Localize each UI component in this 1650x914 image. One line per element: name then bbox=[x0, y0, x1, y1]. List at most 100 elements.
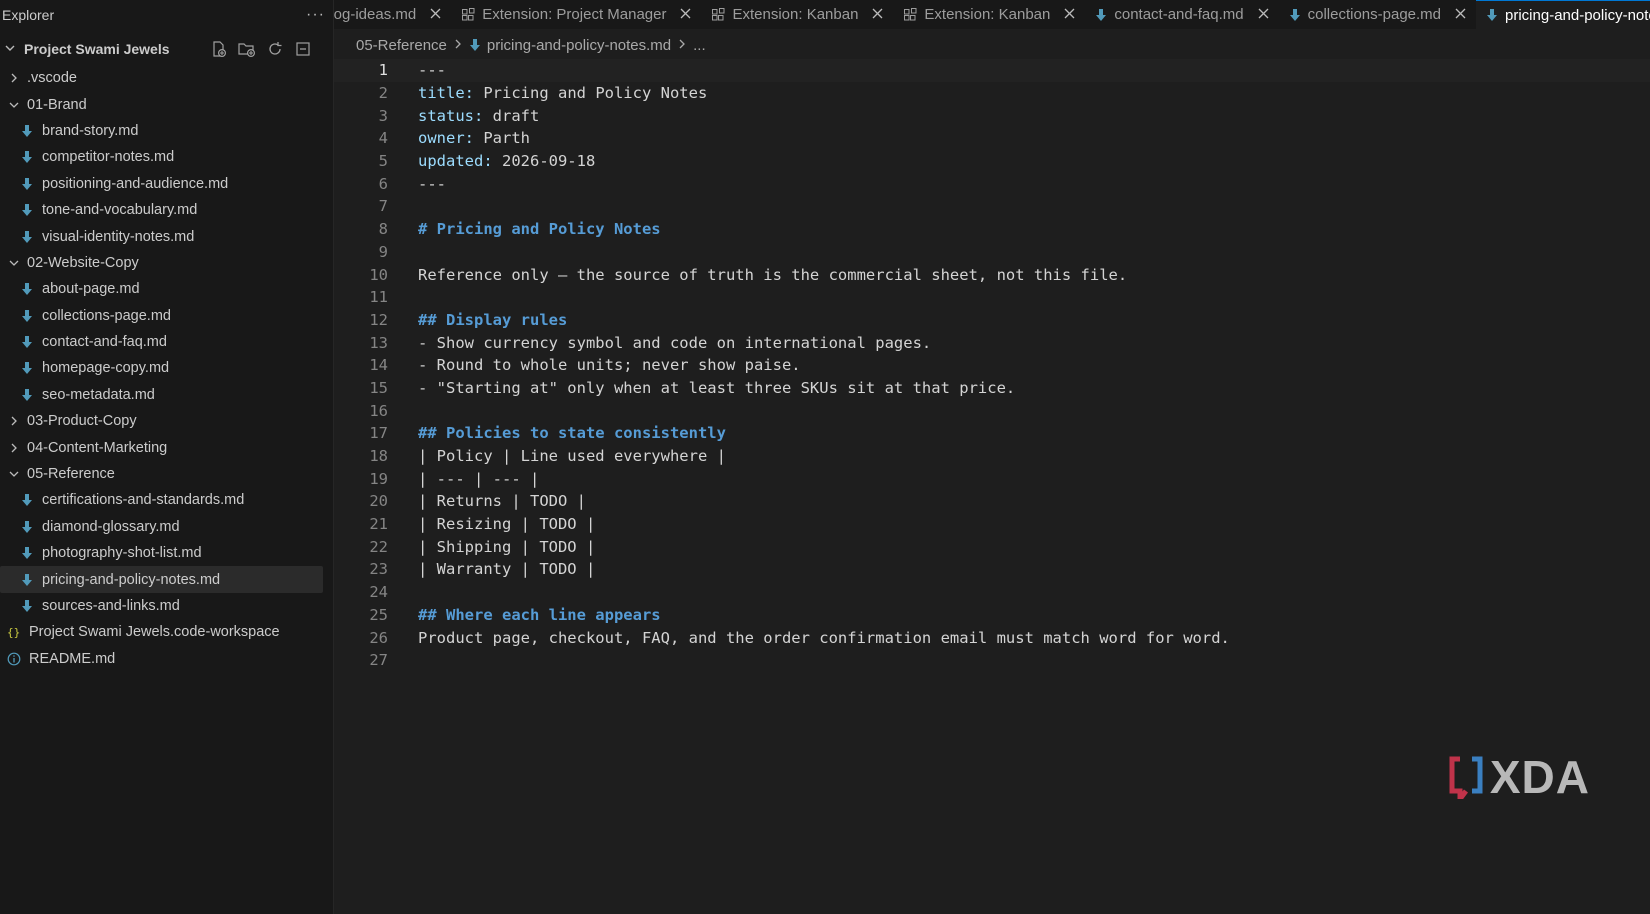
tree-file[interactable]: about-page.md bbox=[0, 276, 333, 302]
code-editor[interactable]: 1 --- 2 title: Pricing and Policy Notes 3 sta… bbox=[334, 59, 1650, 672]
tree-folder[interactable]: 04-Content-Marketing bbox=[0, 434, 333, 460]
tree-item-label: diamond-glossary.md bbox=[42, 518, 180, 535]
close-icon[interactable] bbox=[872, 6, 883, 23]
markdown-file-icon bbox=[20, 546, 34, 560]
markdown-heading: ## Display rules bbox=[418, 310, 568, 329]
tab-label: Extension: Kanban bbox=[732, 6, 859, 23]
svg-text:{}: {} bbox=[7, 626, 20, 639]
editor-tab[interactable]: collections-page.md bbox=[1279, 0, 1476, 29]
code-text: --- bbox=[418, 61, 446, 80]
tree-file[interactable]: tone-and-vocabulary.md bbox=[0, 197, 333, 223]
editor-tab[interactable]: Extension: Kanban bbox=[893, 0, 1085, 29]
code-line: 25 ## Where each line appears bbox=[334, 604, 1650, 627]
line-number: 6 bbox=[378, 174, 388, 193]
workspace-name: Project Swami Jewels bbox=[24, 41, 170, 57]
code-line: 1 --- bbox=[334, 59, 1650, 82]
explorer-sidebar: Explorer ··· Project Swami Jewels .vscod… bbox=[0, 0, 334, 914]
tree-folder[interactable]: 05-Reference bbox=[0, 461, 333, 487]
breadcrumb-file[interactable]: pricing-and-policy-notes.md bbox=[487, 37, 671, 54]
tree-file[interactable]: certifications-and-standards.md bbox=[0, 487, 333, 513]
tree-item-label: seo-metadata.md bbox=[42, 386, 155, 403]
tree-file[interactable]: visual-identity-notes.md bbox=[0, 223, 333, 249]
tree-file[interactable]: README.md bbox=[0, 646, 333, 672]
markdown-file-icon bbox=[20, 493, 34, 507]
code-line: 27 bbox=[334, 649, 1650, 672]
line-number: 22 bbox=[369, 537, 388, 556]
editor-tab[interactable]: blog-ideas.md bbox=[334, 0, 451, 29]
new-folder-icon[interactable] bbox=[237, 39, 257, 59]
extension-icon bbox=[711, 7, 725, 22]
yaml-key: updated: bbox=[418, 152, 493, 171]
code-line: 12 ## Display rules bbox=[334, 309, 1650, 332]
close-icon[interactable] bbox=[1064, 6, 1075, 23]
breadcrumb-folder[interactable]: 05-Reference bbox=[356, 37, 447, 54]
line-number: 3 bbox=[378, 106, 388, 125]
markdown-file-icon bbox=[1289, 8, 1301, 22]
line-number: 21 bbox=[369, 515, 388, 534]
editor-tab[interactable]: pricing-and-policy-notes.md bbox=[1476, 0, 1650, 29]
close-icon[interactable] bbox=[1258, 6, 1269, 23]
code-line: 10 Reference only — the source of truth i… bbox=[334, 263, 1650, 286]
close-icon[interactable] bbox=[1455, 6, 1466, 23]
refresh-icon[interactable] bbox=[265, 39, 285, 59]
tree-file[interactable]: brand-story.md bbox=[0, 118, 333, 144]
yaml-key: title: bbox=[418, 84, 474, 103]
workspace-file-icon: {} bbox=[7, 625, 21, 639]
editor-tab[interactable]: contact-and-faq.md bbox=[1085, 0, 1278, 29]
code-line: 13 - Show currency symbol and code on int… bbox=[334, 331, 1650, 354]
code-line: 7 bbox=[334, 195, 1650, 218]
workspace-root[interactable]: Project Swami Jewels bbox=[0, 35, 333, 63]
tree-file[interactable]: pricing-and-policy-notes.md bbox=[0, 566, 323, 593]
tree-folder[interactable]: .vscode bbox=[0, 65, 333, 91]
markdown-file-icon bbox=[1486, 8, 1498, 22]
code-line: 21 | Resizing | TODO | bbox=[334, 513, 1650, 536]
tree-file[interactable]: collections-page.md bbox=[0, 303, 333, 329]
line-number: 24 bbox=[369, 583, 388, 602]
tree-file[interactable]: positioning-and-audience.md bbox=[0, 171, 333, 197]
chevron-right-icon bbox=[7, 442, 21, 454]
markdown-file-icon bbox=[469, 38, 481, 52]
tree-file[interactable]: photography-shot-list.md bbox=[0, 540, 333, 566]
tree-item-label: homepage-copy.md bbox=[42, 360, 170, 377]
editor-tab[interactable]: Extension: Project Manager bbox=[451, 0, 701, 29]
yaml-value: draft bbox=[483, 106, 540, 125]
more-actions-button[interactable]: ··· bbox=[306, 6, 325, 24]
tree-file[interactable]: competitor-notes.md bbox=[0, 144, 333, 170]
tree-folder[interactable]: 01-Brand bbox=[0, 91, 333, 117]
tree-file[interactable]: sources-and-links.md bbox=[0, 593, 333, 619]
new-file-icon[interactable] bbox=[209, 39, 229, 59]
close-icon[interactable] bbox=[430, 6, 441, 23]
explorer-header: Explorer ··· bbox=[0, 0, 333, 30]
tree-file[interactable]: {} Project Swami Jewels.code-workspace bbox=[0, 619, 333, 645]
markdown-file-icon bbox=[20, 388, 34, 402]
code-line: 9 bbox=[334, 241, 1650, 264]
tree-folder[interactable]: 03-Product-Copy bbox=[0, 408, 333, 434]
tree-folder[interactable]: 02-Website-Copy bbox=[0, 250, 333, 276]
editor-tab[interactable]: Extension: Kanban bbox=[701, 0, 893, 29]
tab-label: Extension: Kanban bbox=[924, 6, 1051, 23]
code-text: | Shipping | TODO | bbox=[418, 537, 596, 556]
code-line: 15 - "Starting at" only when at least thr… bbox=[334, 377, 1650, 400]
close-icon[interactable] bbox=[680, 6, 691, 23]
tree-item-label: certifications-and-standards.md bbox=[42, 492, 245, 509]
breadcrumb-more[interactable]: ... bbox=[693, 37, 706, 54]
tree-item-label: 05-Reference bbox=[27, 466, 115, 483]
markdown-file-icon bbox=[20, 309, 34, 323]
tree-file[interactable]: contact-and-faq.md bbox=[0, 329, 333, 355]
tree-file[interactable]: diamond-glossary.md bbox=[0, 514, 333, 540]
markdown-file-icon bbox=[20, 282, 34, 296]
code-line: 14 - Round to whole units; never show pai… bbox=[334, 354, 1650, 377]
line-number: 2 bbox=[378, 84, 388, 103]
markdown-file-icon bbox=[20, 150, 34, 164]
chevron-right-icon bbox=[453, 38, 463, 53]
tree-item-label: Project Swami Jewels.code-workspace bbox=[29, 624, 280, 641]
code-line: 2 title: Pricing and Policy Notes bbox=[334, 82, 1650, 105]
tree-file[interactable]: seo-metadata.md bbox=[0, 382, 333, 408]
tree-item-label: competitor-notes.md bbox=[42, 149, 175, 166]
extension-icon bbox=[461, 7, 475, 22]
line-number: 13 bbox=[369, 333, 388, 352]
tree-item-label: 03-Product-Copy bbox=[27, 413, 137, 430]
tree-file[interactable]: homepage-copy.md bbox=[0, 355, 333, 381]
collapse-all-icon[interactable] bbox=[293, 39, 313, 59]
markdown-file-icon bbox=[20, 599, 34, 613]
